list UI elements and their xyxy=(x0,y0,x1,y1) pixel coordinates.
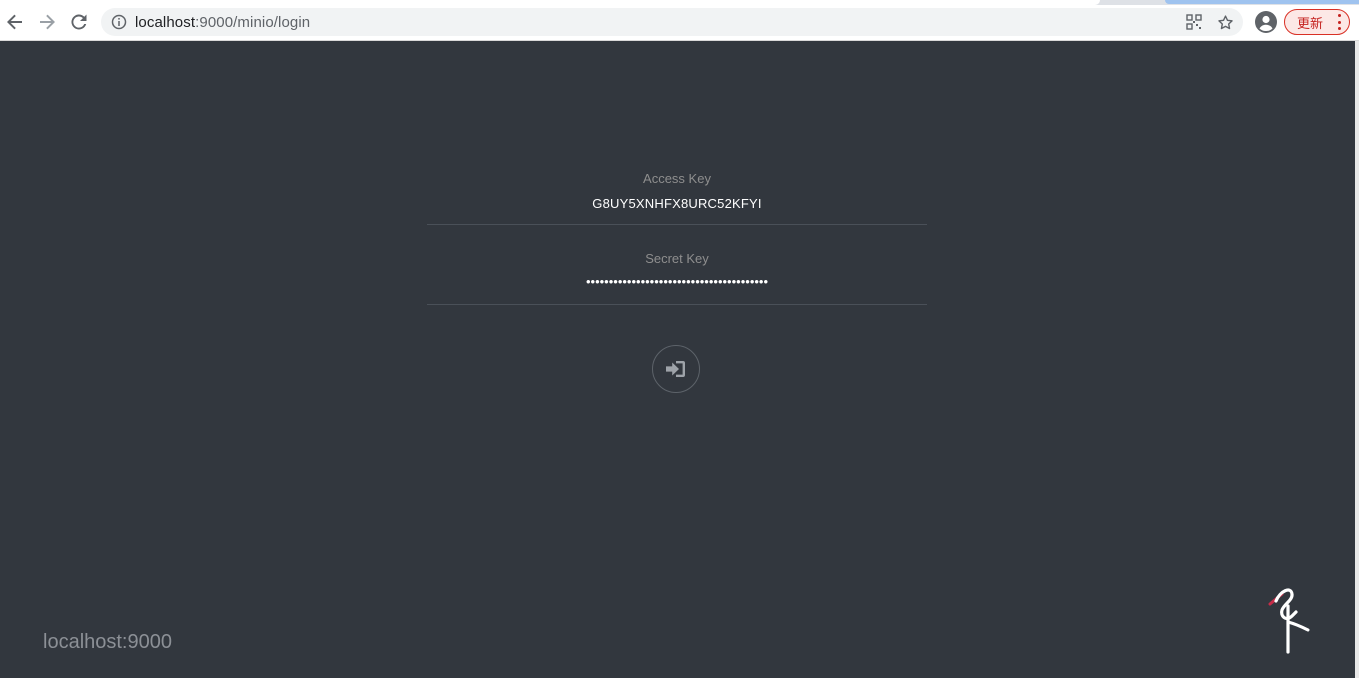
sign-in-icon xyxy=(666,361,685,377)
profile-icon xyxy=(1255,11,1277,33)
active-tab[interactable] xyxy=(0,0,1100,5)
info-icon[interactable] xyxy=(111,14,127,30)
update-label: 更新 xyxy=(1297,16,1324,32)
background-tab[interactable] xyxy=(1165,0,1359,4)
login-form: Access Key G8UY5XNHFX8URC52KFYI Secret K… xyxy=(427,160,927,305)
arrow-left-icon xyxy=(7,14,22,30)
secret-key-label: Secret Key xyxy=(645,251,709,266)
reload-button[interactable] xyxy=(65,8,93,36)
url-host: localhost xyxy=(135,13,196,31)
reload-icon xyxy=(71,14,87,30)
update-button[interactable]: 更新 xyxy=(1284,9,1350,35)
arrow-right-icon xyxy=(40,14,55,30)
tab-strip xyxy=(0,0,1359,5)
minio-logo-icon xyxy=(1268,588,1310,654)
forward-button[interactable] xyxy=(33,8,61,36)
host-label: localhost:9000 xyxy=(43,631,172,653)
scrollbar[interactable] xyxy=(1355,41,1359,678)
qr-code-icon[interactable] xyxy=(1184,12,1204,32)
url-path: :9000/minio/login xyxy=(195,13,311,31)
access-key-field[interactable]: Access Key G8UY5XNHFX8URC52KFYI xyxy=(427,160,927,225)
secret-key-input[interactable]: •••••••••••••••••••••••••••••••••••••••• xyxy=(427,274,927,289)
address-bar[interactable]: localhost:9000/minio/login xyxy=(101,8,1243,36)
secret-key-field[interactable]: Secret Key •••••••••••••••••••••••••••••… xyxy=(427,240,927,305)
more-vertical-icon xyxy=(1337,14,1341,30)
access-key-input[interactable]: G8UY5XNHFX8URC52KFYI xyxy=(427,196,927,211)
back-button[interactable] xyxy=(1,8,29,36)
browser-toolbar: localhost:9000/minio/login 更新 xyxy=(0,0,1359,41)
profile-button[interactable] xyxy=(1254,10,1278,34)
login-button[interactable] xyxy=(652,345,700,393)
url-text[interactable]: localhost:9000/minio/login xyxy=(135,14,310,31)
access-key-label: Access Key xyxy=(643,171,711,186)
star-icon[interactable] xyxy=(1215,12,1235,32)
